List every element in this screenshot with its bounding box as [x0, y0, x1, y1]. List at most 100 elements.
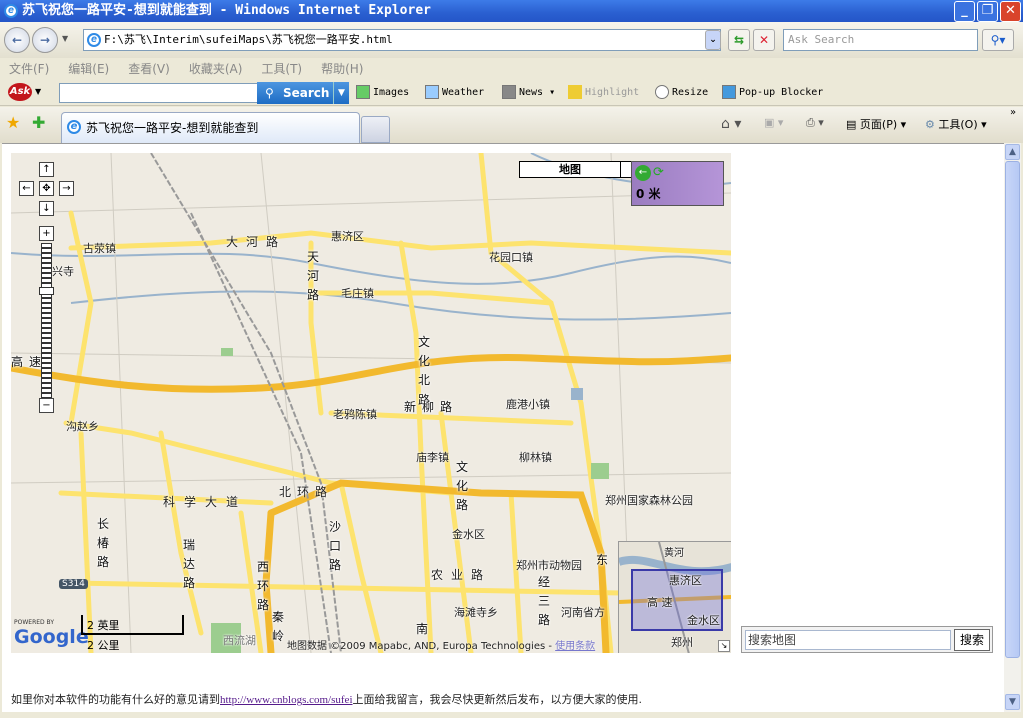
ask-search-button[interactable]: ⚲ Search ▼ — [257, 82, 349, 104]
ask-search-dropdown[interactable]: ▼ — [333, 82, 349, 104]
blog-link[interactable]: http://www.cnblogs.com/sufei — [220, 694, 353, 706]
highlighter-icon — [568, 85, 582, 99]
resize-button[interactable]: Resize — [655, 84, 708, 102]
popup-blocker-button[interactable]: Pop-up Blocker — [722, 84, 823, 102]
footer-text: 如里你对本软件的功能有什么好的意见请到http://www.cnblogs.co… — [11, 693, 642, 706]
history-dropdown[interactable]: ▼ — [62, 34, 68, 43]
map-canvas[interactable]: 古荥镇 惠济区 花园口镇 毛庄镇 老鸦陈镇 鹿港小镇 沟赵乡 庙李镇 柳林镇 郑… — [11, 153, 731, 653]
tab-active[interactable]: e 苏飞祝您一路平安-想到就能查到 — [61, 112, 360, 143]
magnifier-icon: ⚲ — [265, 86, 274, 100]
window-title: 苏飞祝您一路平安-想到就能查到 - Windows Internet Explo… — [22, 3, 431, 18]
road-label: 沙口路 — [329, 520, 342, 573]
weather-overlay: ← ⟳ 0 米 — [631, 161, 724, 206]
refresh-icon[interactable]: ⟳ — [653, 165, 664, 180]
forward-button[interactable]: → — [32, 27, 58, 53]
menu-file[interactable]: 文件(F) — [9, 62, 49, 76]
menu-view[interactable]: 查看(V) — [128, 62, 170, 76]
place-label: 柳林镇 — [519, 451, 552, 464]
minimize-button[interactable]: _ — [954, 1, 975, 22]
place-label: 沟赵乡 — [66, 420, 99, 433]
place-label: 古荥镇 — [83, 242, 116, 255]
zoom-in-button[interactable]: + — [39, 226, 54, 241]
map-search-button[interactable]: 搜索 — [954, 629, 990, 651]
highlight-button[interactable]: Highlight — [568, 84, 639, 102]
google-logo[interactable]: Google — [14, 626, 89, 648]
overview-toggle-button[interactable]: ↘ — [718, 640, 730, 652]
map-search-input[interactable]: 搜索地图 — [745, 630, 951, 650]
pan-down-button[interactable]: ↓ — [39, 201, 54, 216]
scroll-down-button[interactable]: ▼ — [1005, 694, 1020, 710]
refresh-button[interactable]: ⇆ — [728, 29, 750, 51]
menu-edit[interactable]: 编辑(E) — [68, 62, 109, 76]
road-label: 大河路 — [226, 235, 287, 249]
road-label: 天河路 — [307, 250, 320, 303]
place-label: 海滩寺乡 — [454, 606, 498, 619]
road-label: 新柳路 — [404, 400, 459, 414]
road-label: 西环路 — [257, 560, 270, 613]
terms-link[interactable]: 使用条款 — [555, 641, 595, 652]
highway-shield: S314 — [59, 579, 88, 589]
favorites-star-icon[interactable]: ★ — [6, 113, 20, 132]
road-label: 长椿路 — [97, 517, 110, 570]
place-label: 鹿港小镇 — [506, 398, 550, 411]
place-label: 西流湖 — [223, 634, 256, 647]
tools-menu[interactable]: ⚙ 工具(O) ▾ — [925, 116, 987, 132]
ie-icon: e — [4, 4, 18, 18]
road-label: 文化路 — [456, 460, 469, 513]
close-button[interactable]: ✕ — [1000, 1, 1021, 22]
stop-button[interactable]: ✕ — [753, 29, 775, 51]
add-favorite-icon[interactable]: ✚ — [32, 113, 45, 132]
place-label: 郑州市动物园 — [516, 559, 582, 572]
ask-logo[interactable]: Ask — [8, 83, 32, 101]
search-go-button[interactable]: ⚲▾ — [982, 29, 1014, 51]
search-input[interactable]: Ask Search — [783, 29, 978, 51]
print-icon[interactable]: ⎙ ▾ — [806, 116, 824, 130]
page-menu[interactable]: ▤ 页面(P) ▾ — [846, 116, 906, 132]
new-tab-button[interactable] — [361, 116, 390, 143]
restore-button[interactable]: ❐ — [977, 1, 998, 22]
address-dropdown[interactable]: ⌄ — [705, 30, 721, 50]
map-copyright: 地图数据 ©2009 Mapabc, AND, Europa Technolog… — [287, 641, 596, 652]
road-label: 农业路 — [431, 568, 492, 582]
chevron-more-icon[interactable]: » — [1010, 107, 1016, 118]
ask-search-input[interactable] — [59, 83, 258, 103]
home-icon[interactable]: ⌂ ▾ — [721, 116, 741, 132]
page-icon: e — [67, 120, 81, 134]
place-label: 老鸦陈镇 — [333, 408, 377, 421]
feeds-icon[interactable]: ▣ ▾ — [764, 116, 783, 129]
overview-map[interactable]: 黄河 惠济区 高 速 金水区 郑州 ↘ — [618, 541, 731, 653]
road-label: 东 — [596, 553, 609, 567]
zoom-slider-handle[interactable] — [39, 287, 54, 295]
place-label: 金水区 — [452, 528, 485, 541]
weather-text: 0 米 — [636, 187, 661, 201]
pan-left-button[interactable]: ← — [19, 181, 34, 196]
menu-tools[interactable]: 工具(T) — [261, 62, 302, 76]
pan-center-button[interactable]: ✥ — [39, 181, 54, 196]
scroll-up-button[interactable]: ▲ — [1005, 144, 1020, 160]
ask-dropdown[interactable]: ▼ — [35, 87, 41, 96]
title-bar: e 苏飞祝您一路平安-想到就能查到 - Windows Internet Exp… — [0, 0, 1023, 22]
road-label: 秦岭 — [272, 610, 285, 644]
pan-up-button[interactable]: ↑ — [39, 162, 54, 177]
back-arrow-icon[interactable]: ← — [635, 165, 651, 181]
vertical-scrollbar[interactable]: ▲ ▼ — [1004, 143, 1021, 712]
weather-button[interactable]: Weather — [425, 84, 484, 102]
menu-bar: 文件(F) 编辑(E) 查看(V) 收藏夹(A) 工具(T) 帮助(H) — [0, 58, 1023, 80]
search-label: Search — [283, 86, 330, 100]
place-label: 郑州国家森林公园 — [605, 494, 693, 507]
map-type-map[interactable]: 地图 — [520, 162, 621, 177]
road-label: 北环路 — [279, 485, 334, 499]
menu-help[interactable]: 帮助(H) — [321, 62, 363, 76]
zoom-out-button[interactable]: − — [39, 398, 54, 413]
road-label: 科学大道 — [163, 495, 248, 509]
navigation-bar: ← → ▼ e F:\苏飞\Interim\sufeiMaps\苏飞祝您一路平安… — [0, 22, 1023, 58]
address-bar[interactable]: e F:\苏飞\Interim\sufeiMaps\苏飞祝您一路平安.html — [83, 29, 721, 51]
scale-km: 2 公里 — [87, 639, 120, 652]
menu-favorites[interactable]: 收藏夹(A) — [189, 62, 243, 76]
images-button[interactable]: Images — [356, 84, 409, 102]
pan-right-button[interactable]: → — [59, 181, 74, 196]
zoom-slider-track[interactable] — [41, 243, 52, 398]
scroll-thumb[interactable] — [1005, 161, 1020, 658]
news-button[interactable]: News ▾ — [502, 84, 555, 102]
back-button[interactable]: ← — [4, 27, 30, 53]
